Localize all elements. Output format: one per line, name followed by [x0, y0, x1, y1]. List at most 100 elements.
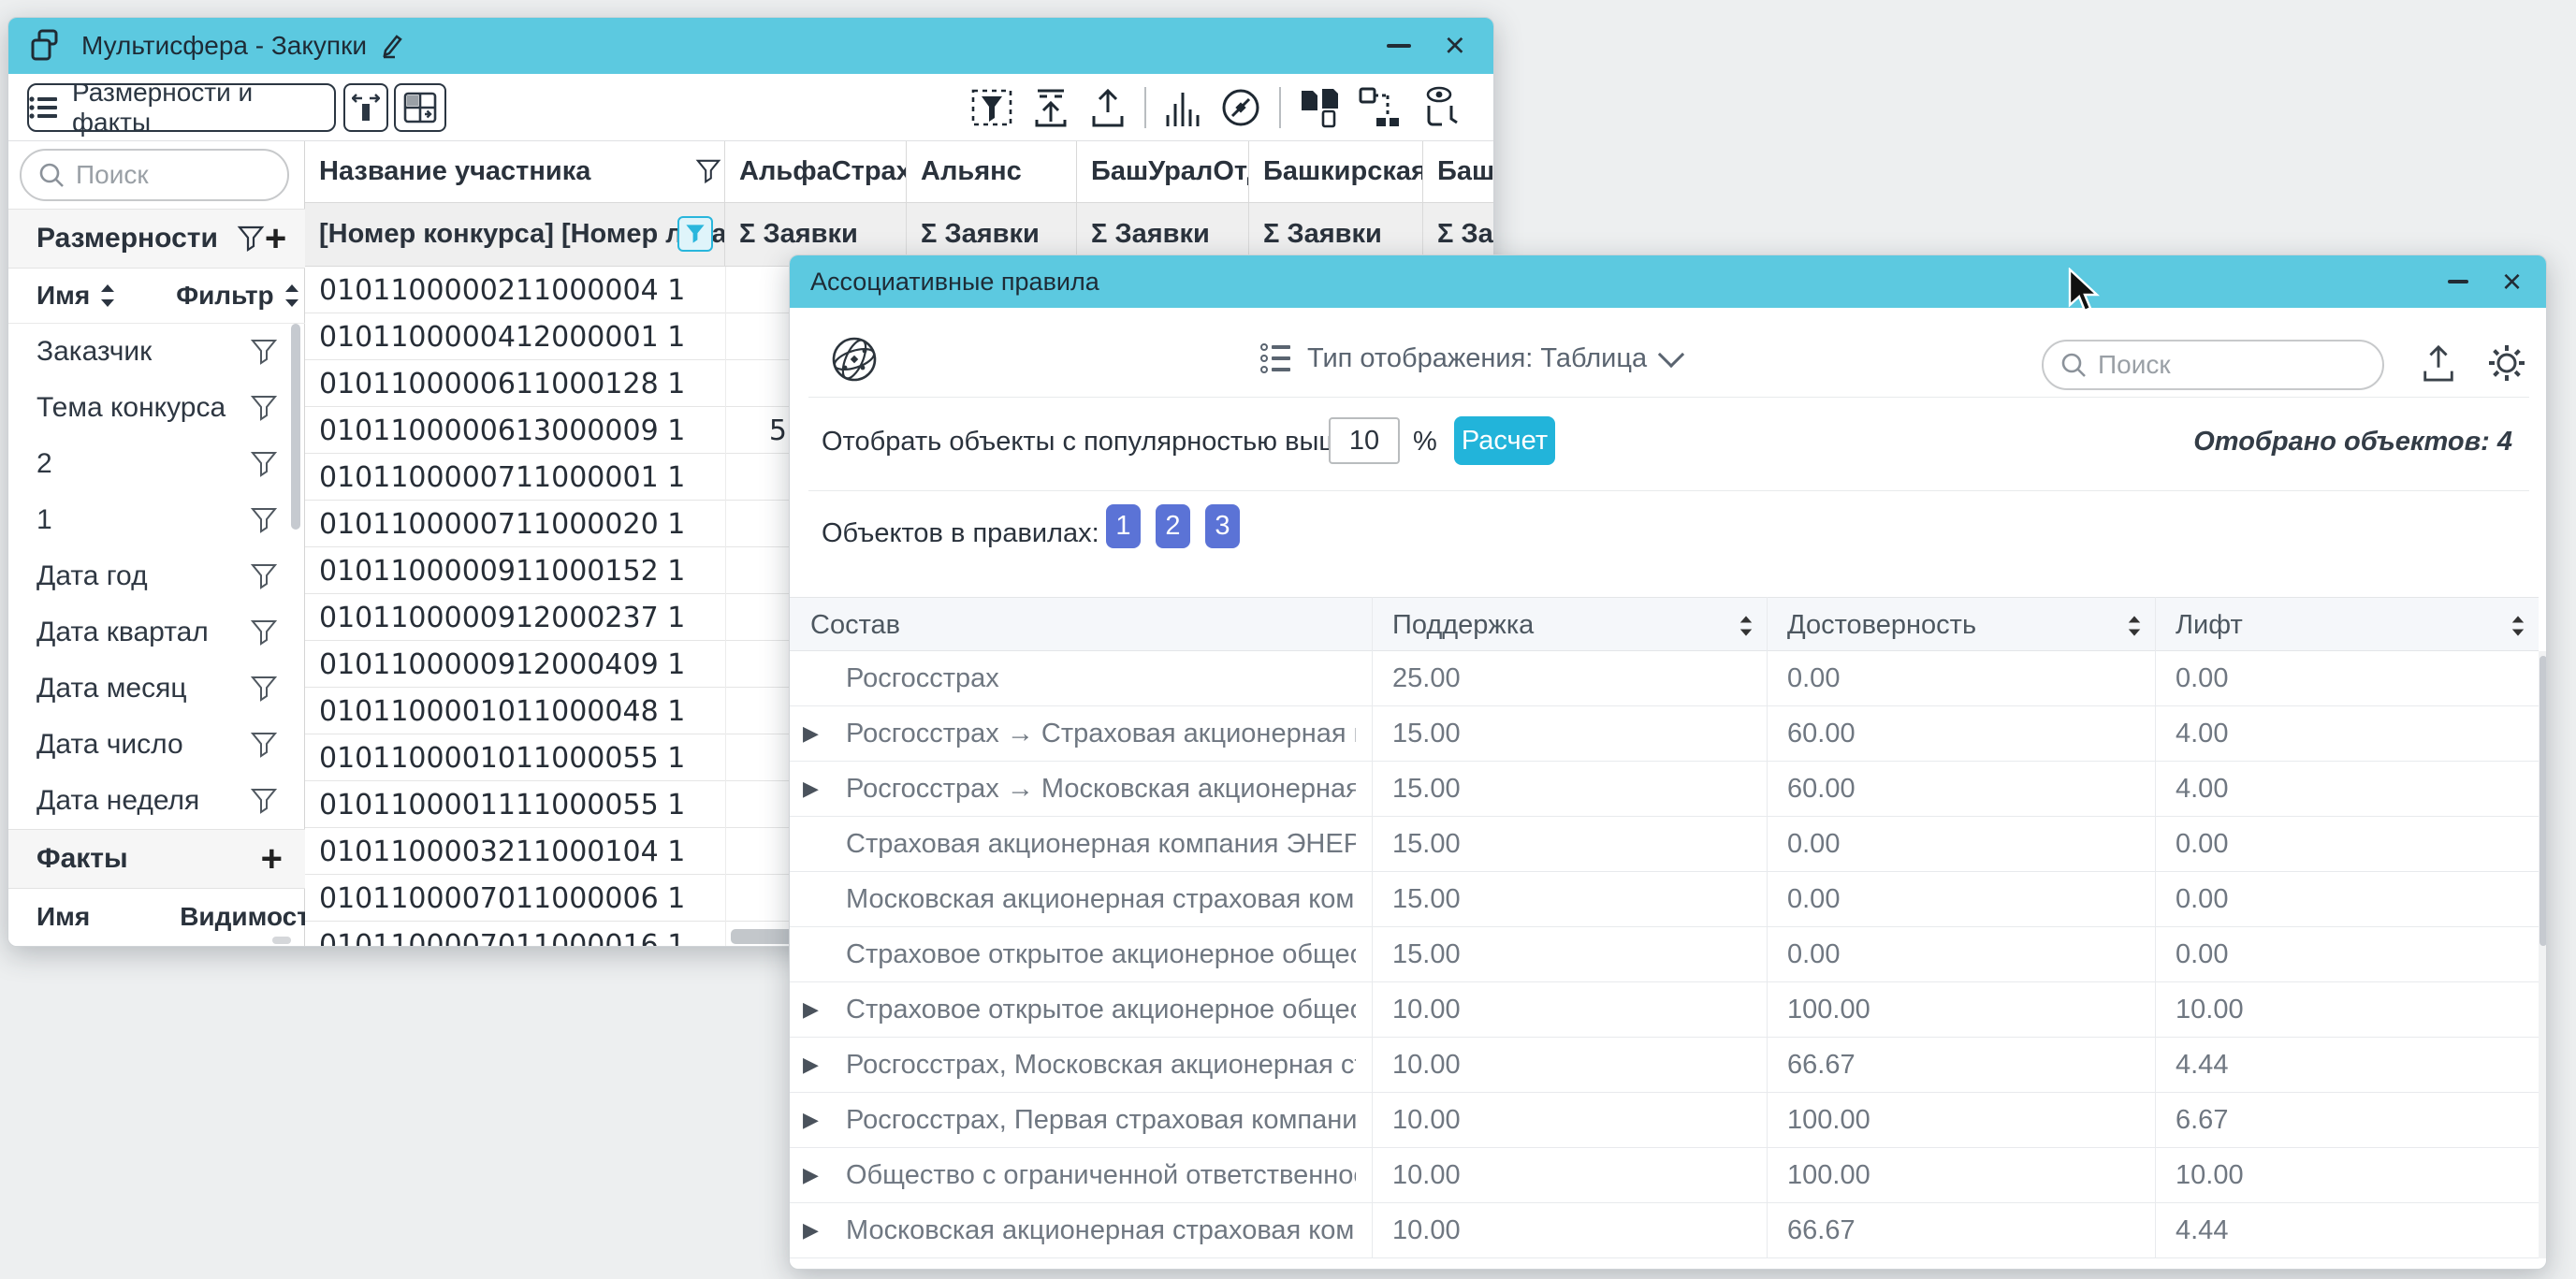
table-row[interactable]: ▶Страховое открытое акционерное общество… [790, 982, 2539, 1038]
collapse-top-icon[interactable] [1030, 86, 1071, 129]
expand-icon[interactable]: ▶ [803, 1218, 819, 1243]
display-type-selector[interactable]: Тип отображения: Таблица [1260, 342, 1681, 375]
dimension-item[interactable]: Тема конкурса [8, 380, 305, 436]
table-row[interactable]: Страховое открытое акционерное общество … [790, 927, 2539, 982]
filter-icon[interactable] [250, 506, 278, 534]
multisphere-icon[interactable] [827, 332, 881, 386]
table-row[interactable]: ▶Росгосстрах → Московская акционерная ст… [790, 762, 2539, 817]
lift-value: 10.00 [2176, 1160, 2244, 1191]
rule-size-chip[interactable]: 3 [1205, 504, 1240, 548]
rule-size-chip[interactable]: 1 [1106, 504, 1141, 548]
column-support[interactable]: Поддержка [1392, 610, 1534, 641]
column-composition[interactable]: Состав [810, 610, 900, 641]
expand-icon[interactable]: ▶ [803, 1108, 819, 1132]
copy-documents-icon[interactable] [1298, 85, 1341, 130]
dialog-titlebar[interactable]: Ассоциативные правила × [790, 255, 2546, 308]
filter-icon[interactable] [250, 562, 278, 590]
column-header[interactable]: Альянс [907, 141, 1077, 203]
measure-label: Σ Заявки [739, 219, 858, 250]
sort-icon[interactable] [284, 283, 300, 308]
calculate-button[interactable]: Расчет [1454, 416, 1555, 465]
expand-icon[interactable]: ▶ [803, 721, 819, 746]
filter-icon[interactable] [250, 394, 278, 422]
sidebar-scrollbar[interactable] [291, 324, 300, 530]
dimension-item[interactable]: Дата год [8, 548, 305, 604]
table-row[interactable]: ▶Московская акционерная страховая компан… [790, 1203, 2539, 1258]
id-header-cell[interactable]: [Номер конкурса] [Номер лота] [305, 203, 725, 267]
filter-icon[interactable] [250, 338, 278, 366]
sort-icon[interactable] [2511, 615, 2525, 637]
dimension-item[interactable]: Дата число [8, 717, 305, 773]
sort-icon[interactable] [1739, 615, 1754, 637]
dimensions-facts-button[interactable]: Размерности и факты [27, 83, 336, 132]
expand-icon[interactable]: ▶ [803, 777, 819, 801]
minimize-button[interactable] [1387, 44, 1411, 48]
measure-label: Σ Заявки [1091, 219, 1210, 250]
column-lift[interactable]: Лифт [2176, 610, 2243, 641]
expand-icon[interactable]: ▶ [803, 1163, 819, 1187]
sort-icon[interactable] [2127, 615, 2142, 637]
dimension-item[interactable]: Дата месяц [8, 661, 305, 717]
dimension-item[interactable]: 1 [8, 492, 305, 548]
filter-icon[interactable] [250, 787, 278, 815]
popularity-threshold-input[interactable] [1329, 417, 1400, 464]
dialog-close-button[interactable]: × [2502, 265, 2522, 298]
expand-icon[interactable]: ▶ [803, 997, 819, 1022]
pivot-layout-button[interactable] [394, 83, 446, 132]
table-row[interactable]: ▶Росгосстрах, Первая страховая компания … [790, 1093, 2539, 1148]
expand-icon[interactable]: ▶ [803, 1053, 819, 1077]
table-row[interactable]: ▶Росгосстрах, Московская акционерная стр… [790, 1038, 2539, 1093]
support-value: 15.00 [1392, 829, 1461, 860]
inspect-eye-icon[interactable] [1419, 85, 1463, 130]
filter-icon[interactable] [695, 158, 721, 184]
filter-icon[interactable] [250, 450, 278, 478]
export-icon[interactable] [1088, 86, 1128, 129]
participant-header-label: Название участника [319, 156, 590, 187]
main-titlebar[interactable]: Мультисфера - Закупки × [8, 18, 1493, 74]
column-header[interactable]: АльфаСтрахова [725, 141, 907, 203]
dimension-item[interactable]: Дата квартал [8, 604, 305, 661]
column-header[interactable]: Баш [1423, 141, 1494, 203]
filter-icon[interactable] [250, 675, 278, 703]
rename-pencil-icon[interactable] [380, 33, 404, 59]
table-row[interactable]: Росгосстрах25.000.000.00 [790, 651, 2539, 706]
column-label: Альянс [921, 156, 1022, 187]
column-width-button[interactable] [343, 83, 388, 132]
sidebar-hscrollbar[interactable] [272, 937, 291, 944]
dialog-scrollbar-thumb[interactable] [2540, 656, 2547, 946]
add-fact-button[interactable]: + [261, 840, 283, 878]
lift-value: 4.44 [2176, 1215, 2228, 1246]
table-row[interactable]: ▶Общество с ограниченной ответственность… [790, 1148, 2539, 1203]
filter-selection-icon[interactable] [970, 86, 1013, 129]
dialog-search[interactable] [2042, 340, 2384, 390]
active-filter-icon[interactable] [677, 216, 713, 252]
sidebar-search[interactable] [20, 149, 289, 201]
export-icon[interactable] [2420, 342, 2457, 385]
gear-icon[interactable] [2485, 342, 2528, 385]
table-row[interactable]: Московская акционерная страховая компани… [790, 872, 2539, 927]
table-row[interactable]: ▶Росгосстрах → Страховая акционерная ком… [790, 706, 2539, 762]
hierarchy-icon[interactable] [1358, 86, 1403, 129]
filter-icon[interactable] [250, 731, 278, 759]
sort-icon[interactable] [99, 283, 116, 308]
column-header[interactable]: БашУралОтдел [1077, 141, 1249, 203]
close-button[interactable]: × [1445, 28, 1465, 64]
table-row[interactable]: Страховая акционерная компания ЭНЕРГОГАР… [790, 817, 2539, 872]
row-header-title[interactable]: Название участника [305, 141, 725, 203]
filter-icon[interactable] [250, 618, 278, 647]
dialog-search-input[interactable] [2098, 350, 2365, 380]
dimension-item[interactable]: Заказчик [8, 324, 305, 380]
column-confidence[interactable]: Достоверность [1787, 610, 1976, 641]
sidebar-search-input[interactable] [76, 160, 270, 190]
dimension-item[interactable]: 2 [8, 436, 305, 492]
filter-icon[interactable] [237, 225, 265, 253]
dimension-item[interactable]: Дата неделя [8, 773, 305, 829]
lot-id: 0101100000412000001 1 [319, 321, 685, 354]
support-value: 10.00 [1392, 1215, 1461, 1246]
dialog-minimize-button[interactable] [2448, 280, 2468, 283]
column-header[interactable]: Башкирская ст [1249, 141, 1423, 203]
bar-chart-icon[interactable] [1163, 87, 1202, 128]
compass-icon[interactable] [1219, 86, 1262, 129]
add-dimension-button[interactable]: + [265, 220, 286, 257]
rule-size-chip[interactable]: 2 [1156, 504, 1190, 548]
